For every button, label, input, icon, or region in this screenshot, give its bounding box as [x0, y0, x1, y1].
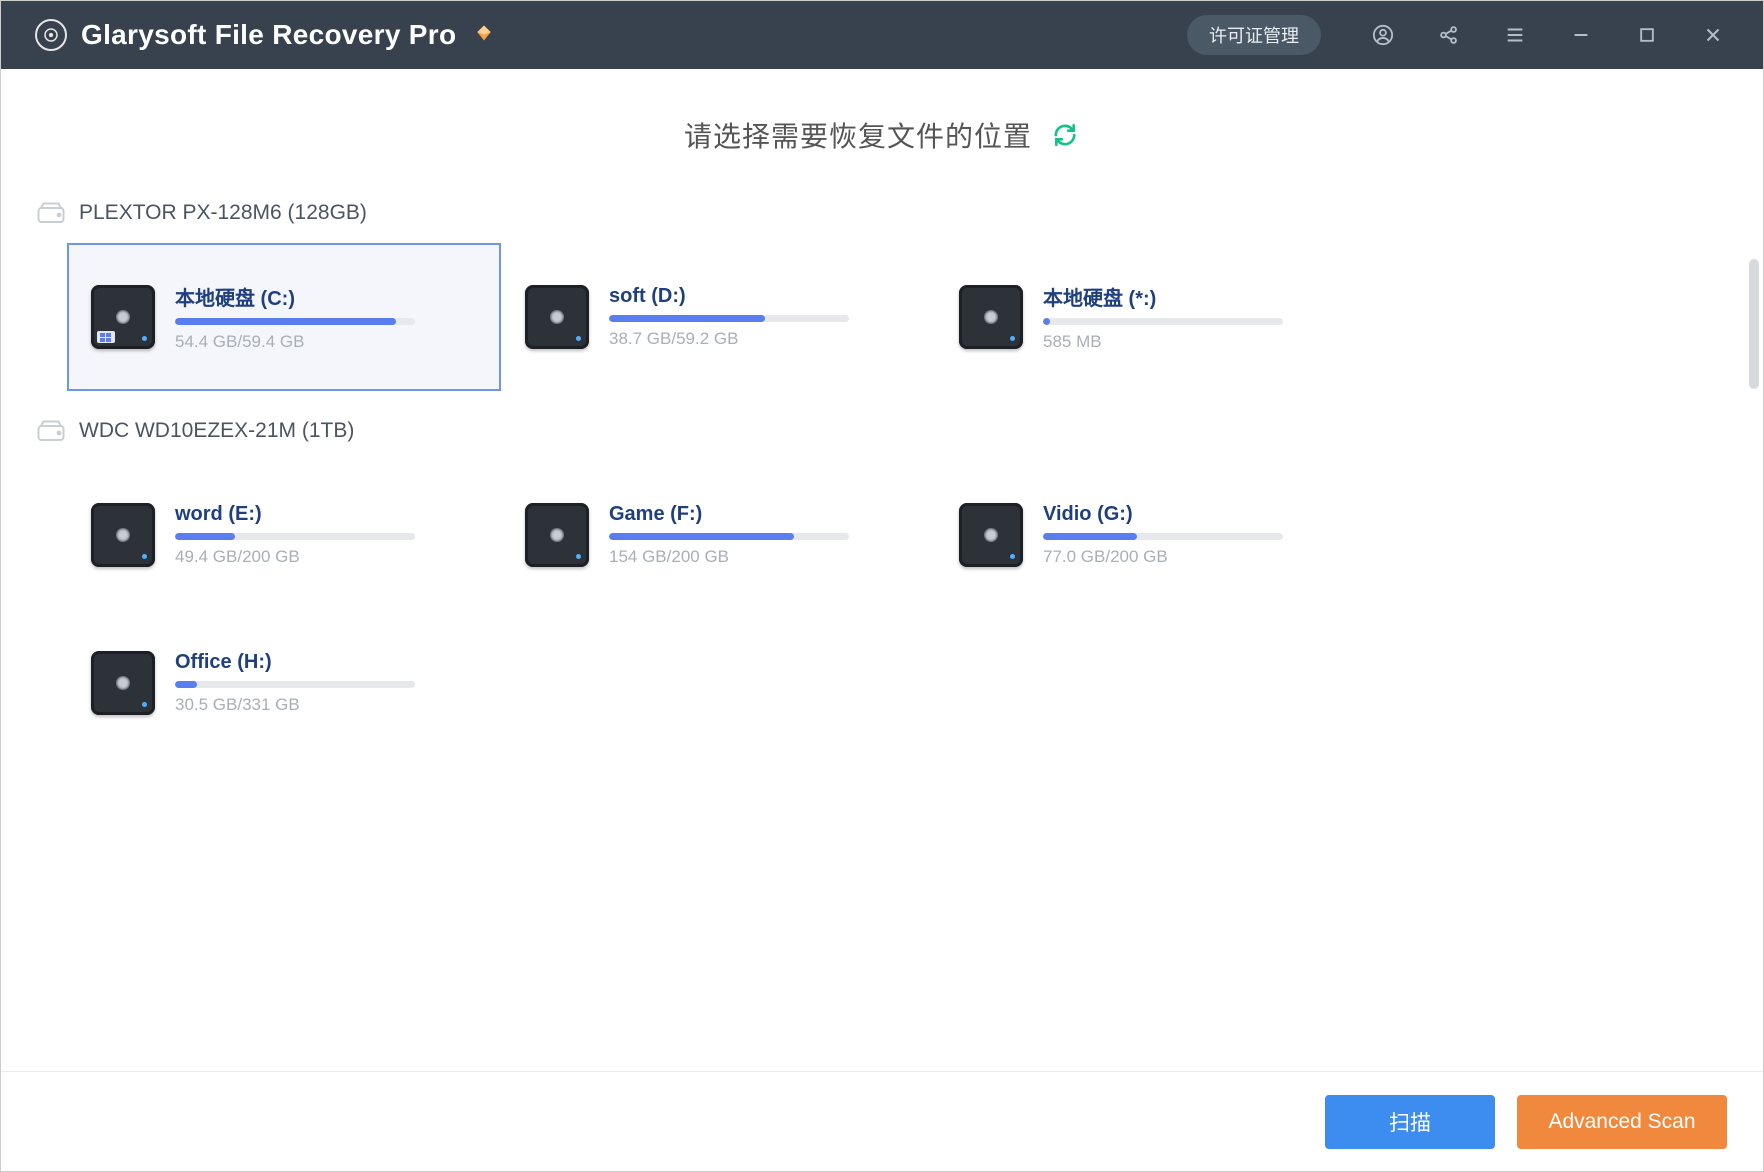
- drive-icon: [91, 651, 155, 715]
- main-content: 请选择需要恢复文件的位置 PLEXTOR PX-128M6 (128GB) 本地硬…: [1, 69, 1763, 1071]
- titlebar: Glarysoft File Recovery Pro 许可证管理: [1, 1, 1763, 69]
- maximize-button[interactable]: [1627, 15, 1667, 55]
- disk-header: PLEXTOR PX-128M6 (128GB): [37, 193, 1727, 243]
- share-icon[interactable]: [1429, 15, 1469, 55]
- drive-icon: [91, 503, 155, 567]
- partition-info: Vidio (G:) 77.0 GB/200 GB: [1043, 503, 1345, 567]
- usage-bar: [609, 315, 849, 322]
- hard-disk-icon: [37, 420, 65, 442]
- disk-section: WDC WD10EZEX-21M (1TB) word (E:) 49.4 GB/2…: [37, 411, 1727, 757]
- usage-bar: [175, 533, 415, 540]
- partition-grid: word (E:) 49.4 GB/200 GB Game (F:) 154 GB/2…: [37, 461, 1727, 757]
- partition-size: 77.0 GB/200 GB: [1043, 547, 1345, 567]
- drive-icon: [525, 503, 589, 567]
- usage-bar: [609, 533, 849, 540]
- partition-label: Office (H:): [175, 651, 477, 674]
- drive-icon: [959, 285, 1023, 349]
- footer: 扫描 Advanced Scan: [1, 1071, 1763, 1171]
- license-manage-button[interactable]: 许可证管理: [1187, 15, 1321, 55]
- windows-badge-icon: [97, 331, 115, 343]
- drive-icon: [525, 285, 589, 349]
- partition-info: 本地硬盘 (*:) 585 MB: [1043, 282, 1345, 352]
- partition-label: 本地硬盘 (*:): [1043, 282, 1345, 311]
- partition-card[interactable]: Game (F:) 154 GB/200 GB: [501, 461, 935, 609]
- partition-info: word (E:) 49.4 GB/200 GB: [175, 503, 477, 567]
- partition-grid: 本地硬盘 (C:) 54.4 GB/59.4 GB soft (D:) 38.7 GB…: [37, 243, 1727, 391]
- partition-size: 49.4 GB/200 GB: [175, 547, 477, 567]
- usage-bar: [1043, 533, 1283, 540]
- partition-size: 30.5 GB/331 GB: [175, 695, 477, 715]
- partition-card[interactable]: 本地硬盘 (*:) 585 MB: [935, 243, 1369, 391]
- partition-info: 本地硬盘 (C:) 54.4 GB/59.4 GB: [175, 282, 477, 352]
- partition-card[interactable]: soft (D:) 38.7 GB/59.2 GB: [501, 243, 935, 391]
- heading-row: 请选择需要恢复文件的位置: [1, 69, 1763, 185]
- partition-label: Vidio (G:): [1043, 503, 1345, 526]
- account-icon[interactable]: [1363, 15, 1403, 55]
- usage-bar: [1043, 318, 1283, 325]
- advanced-scan-button[interactable]: Advanced Scan: [1517, 1095, 1727, 1149]
- partition-card[interactable]: Vidio (G:) 77.0 GB/200 GB: [935, 461, 1369, 609]
- partition-info: Office (H:) 30.5 GB/331 GB: [175, 651, 477, 715]
- partition-label: 本地硬盘 (C:): [175, 282, 477, 311]
- partition-label: Game (F:): [609, 503, 911, 526]
- partition-info: soft (D:) 38.7 GB/59.2 GB: [609, 285, 911, 349]
- page-heading: 请选择需要恢复文件的位置: [684, 115, 1032, 155]
- drive-icon: [91, 285, 155, 349]
- menu-icon[interactable]: [1495, 15, 1535, 55]
- app-title: Glarysoft File Recovery Pro: [81, 19, 456, 51]
- scrollbar[interactable]: [1749, 259, 1759, 389]
- close-button[interactable]: [1693, 15, 1733, 55]
- drive-icon: [959, 503, 1023, 567]
- partition-card[interactable]: Office (H:) 30.5 GB/331 GB: [67, 609, 501, 757]
- partition-info: Game (F:) 154 GB/200 GB: [609, 503, 911, 567]
- app-logo-icon: [35, 19, 67, 51]
- disk-name: PLEXTOR PX-128M6 (128GB): [79, 201, 367, 225]
- partition-size: 54.4 GB/59.4 GB: [175, 332, 477, 352]
- disk-header: WDC WD10EZEX-21M (1TB): [37, 411, 1727, 461]
- partition-size: 585 MB: [1043, 332, 1345, 352]
- usage-bar: [175, 681, 415, 688]
- partition-label: soft (D:): [609, 285, 911, 308]
- pro-badge-icon: [470, 23, 494, 48]
- minimize-button[interactable]: [1561, 15, 1601, 55]
- drive-list[interactable]: PLEXTOR PX-128M6 (128GB) 本地硬盘 (C:) 54.4 GB…: [1, 185, 1763, 1071]
- partition-size: 154 GB/200 GB: [609, 547, 911, 567]
- scan-button[interactable]: 扫描: [1325, 1095, 1495, 1149]
- partition-card[interactable]: 本地硬盘 (C:) 54.4 GB/59.4 GB: [67, 243, 501, 391]
- disk-section: PLEXTOR PX-128M6 (128GB) 本地硬盘 (C:) 54.4 GB…: [37, 193, 1727, 391]
- refresh-button[interactable]: [1050, 120, 1080, 150]
- usage-bar: [175, 318, 415, 325]
- partition-size: 38.7 GB/59.2 GB: [609, 329, 911, 349]
- disk-name: WDC WD10EZEX-21M (1TB): [79, 419, 354, 443]
- partition-label: word (E:): [175, 503, 477, 526]
- partition-card[interactable]: word (E:) 49.4 GB/200 GB: [67, 461, 501, 609]
- app-window: Glarysoft File Recovery Pro 许可证管理 请选择需要恢…: [0, 0, 1764, 1172]
- hard-disk-icon: [37, 202, 65, 224]
